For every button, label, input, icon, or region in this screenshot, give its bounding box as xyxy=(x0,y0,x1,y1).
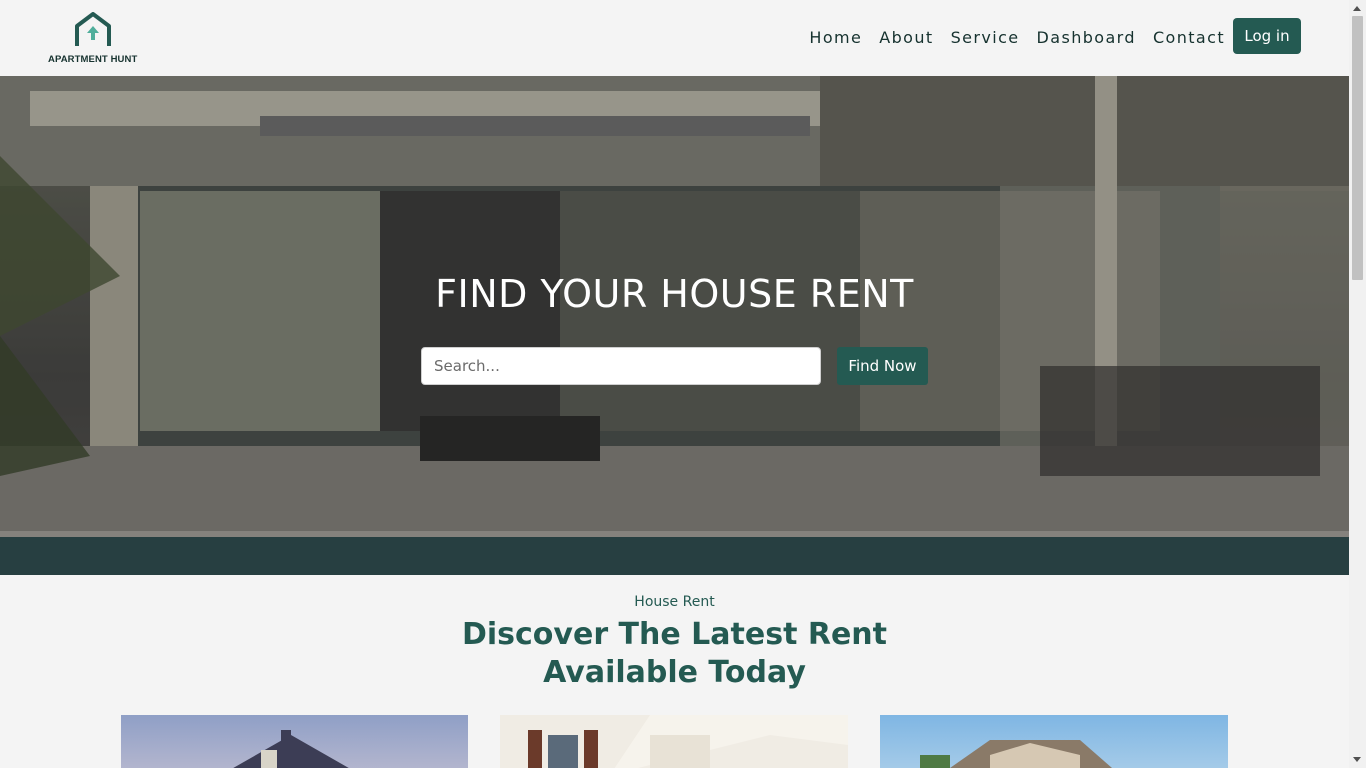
main-nav: Home About Service Dashboard Contact xyxy=(809,28,1225,48)
scroll-down-arrow-icon[interactable] xyxy=(1353,757,1361,762)
house-photo-2 xyxy=(500,715,848,768)
house-photo-1 xyxy=(233,730,349,768)
find-now-button[interactable]: Find Now xyxy=(837,347,928,385)
house-card-image[interactable] xyxy=(121,715,468,768)
search-input[interactable] xyxy=(421,347,821,385)
nav-contact[interactable]: Contact xyxy=(1153,28,1225,48)
navbar: APARTMENT HUNT Home About Service Dashbo… xyxy=(0,0,1349,76)
section-eyebrow: House Rent xyxy=(634,594,715,610)
hero-title: FIND YOUR HOUSE RENT xyxy=(435,272,914,316)
nav-service[interactable]: Service xyxy=(951,28,1020,48)
section-title: Discover The Latest Rent Available Today xyxy=(0,616,1349,692)
house-logo-icon xyxy=(75,12,111,46)
login-button[interactable]: Log in xyxy=(1233,18,1301,54)
nav-dashboard[interactable]: Dashboard xyxy=(1037,28,1136,48)
section-title-line2: Available Today xyxy=(543,655,806,690)
house-photo-3 xyxy=(920,740,1112,768)
scroll-thumb[interactable] xyxy=(1352,16,1363,280)
page-scrollbar[interactable] xyxy=(1349,0,1366,768)
section-title-line1: Discover The Latest Rent xyxy=(461,617,888,652)
logo-text: APARTMENT HUNT xyxy=(48,54,138,65)
house-card-image[interactable] xyxy=(880,715,1228,768)
nav-home[interactable]: Home xyxy=(809,28,862,48)
logo[interactable]: APARTMENT HUNT xyxy=(48,12,140,66)
hero-overlay xyxy=(0,76,1349,575)
nav-about[interactable]: About xyxy=(879,28,933,48)
house-card-image[interactable] xyxy=(500,715,848,768)
scroll-up-arrow-icon[interactable] xyxy=(1353,6,1361,11)
hero-banner: FIND YOUR HOUSE RENT Find Now xyxy=(0,76,1349,575)
